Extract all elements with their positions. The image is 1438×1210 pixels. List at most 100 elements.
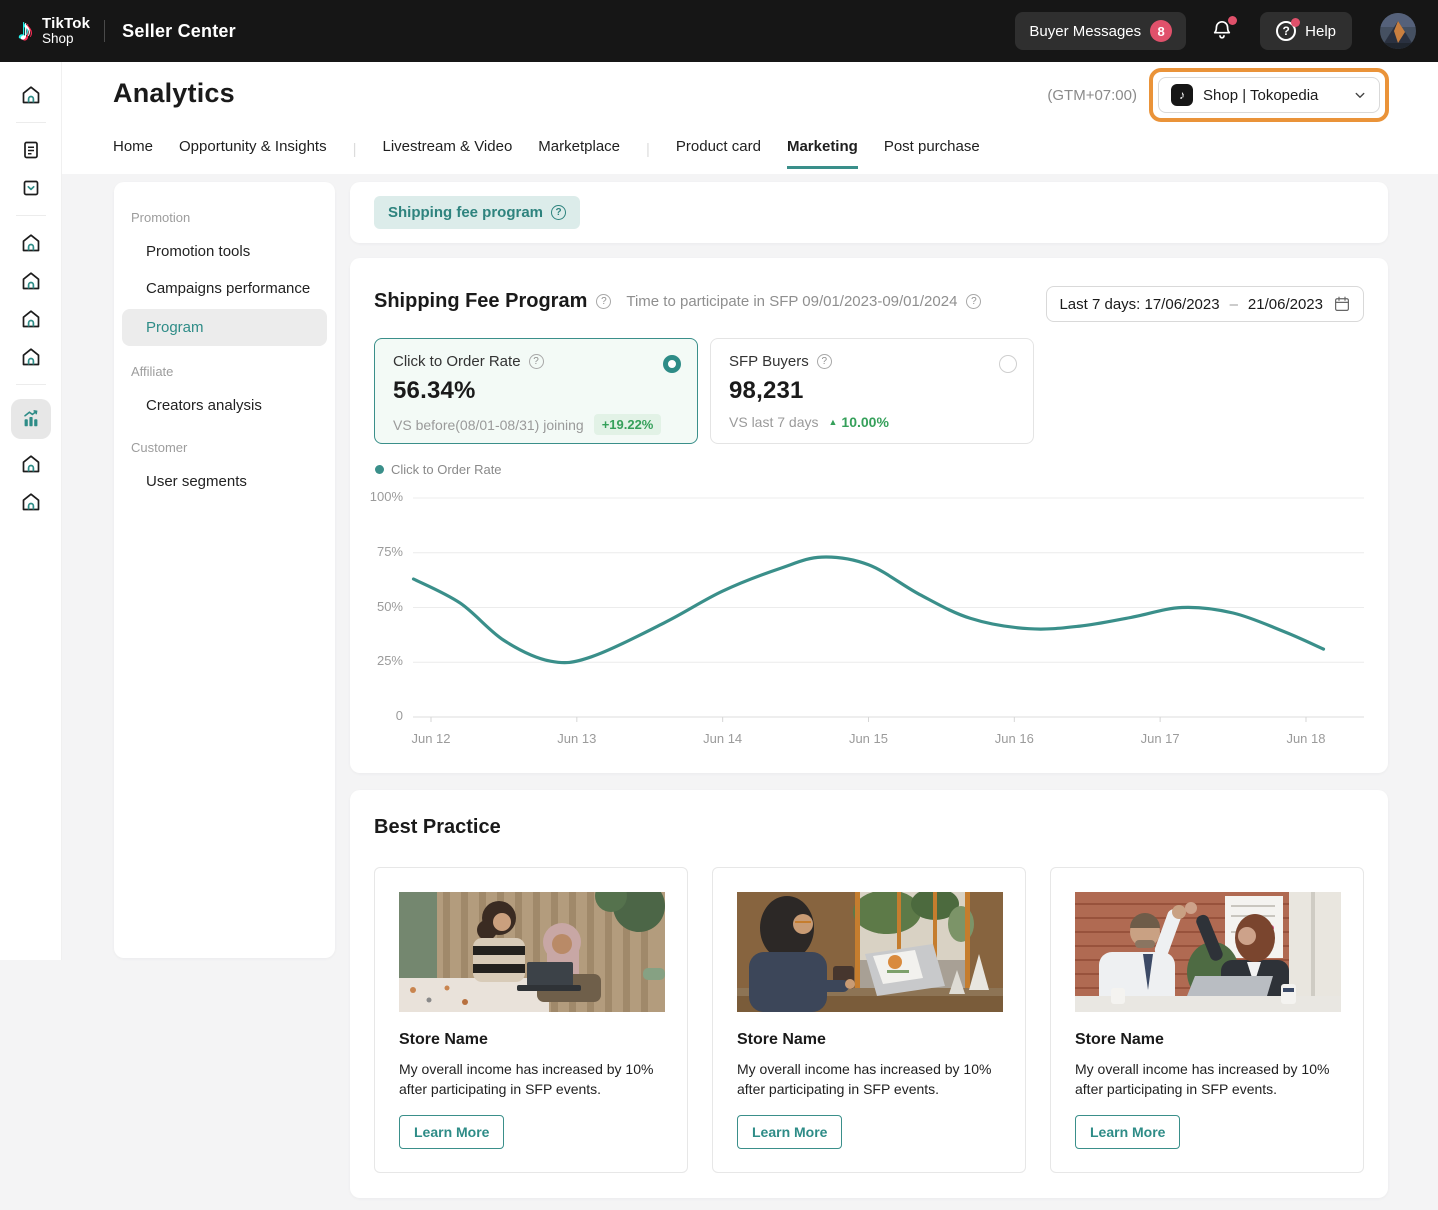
tab-marketing-active[interactable]: Marketing xyxy=(787,138,858,169)
section-title: Shipping Fee Program xyxy=(374,290,587,313)
sidebar-heading-customer: Customer xyxy=(114,424,335,463)
tab-post-purchase[interactable]: Post purchase xyxy=(884,138,980,169)
best-practice-card-3: Store Name My overall income has increas… xyxy=(1050,867,1364,1173)
tiktok-shop-logo[interactable]: TikTok Shop xyxy=(42,16,90,45)
store-name: Store Name xyxy=(737,1031,1001,1049)
rail-analytics-icon-active[interactable] xyxy=(11,399,51,439)
help-notification-dot xyxy=(1291,18,1300,27)
tab-marketplace[interactable]: Marketplace xyxy=(538,138,620,169)
rail-divider xyxy=(16,384,46,385)
sidebar-item-promotion-tools[interactable]: Promotion tools xyxy=(114,233,335,270)
tab-livestream-video[interactable]: Livestream & Video xyxy=(383,138,513,169)
bell-notification-dot xyxy=(1228,16,1237,25)
brand-line2: Shop xyxy=(42,32,90,46)
tab-separator: | xyxy=(353,141,357,169)
tiktok-note-icon: ♪ xyxy=(18,16,33,46)
metric-help-icon[interactable]: ? xyxy=(817,354,832,369)
buyer-messages-button[interactable]: Buyer Messages 8 xyxy=(1015,12,1186,50)
store-quote: My overall income has increased by 10% a… xyxy=(737,1059,999,1100)
rail-home-icon[interactable] xyxy=(11,262,51,300)
help-button[interactable]: ? Help xyxy=(1260,12,1352,50)
x-axis-label: Jun 12 xyxy=(386,731,476,746)
metric-label: SFP Buyers xyxy=(729,353,809,370)
page-title: Analytics xyxy=(113,78,235,109)
y-axis-tick: 50% xyxy=(350,599,403,614)
store-name: Store Name xyxy=(399,1031,663,1049)
best-practice-card-1: Store Name My overall income has increas… xyxy=(374,867,688,1173)
rail-home-icon[interactable] xyxy=(11,76,51,114)
sidebar-item-campaigns-performance[interactable]: Campaigns performance xyxy=(114,270,335,307)
metric-delta-badge: +19.22% xyxy=(594,414,662,435)
x-axis-label: Jun 16 xyxy=(969,731,1059,746)
tab-product-card[interactable]: Product card xyxy=(676,138,761,169)
metric-value: 98,231 xyxy=(729,377,1015,405)
tab-opportunity-insights[interactable]: Opportunity & Insights xyxy=(179,138,327,169)
rail-divider xyxy=(16,215,46,216)
notifications-bell-icon[interactable] xyxy=(1210,18,1236,44)
date-range-picker[interactable]: Last 7 days: 17/06/2023 – 21/06/2023 xyxy=(1046,286,1364,322)
shipping-fee-program-chip[interactable]: Shipping fee program ? xyxy=(374,196,580,229)
shop-selector-label: Shop | Tokopedia xyxy=(1203,87,1341,104)
chart-legend-item[interactable]: Click to Order Rate xyxy=(375,462,502,477)
participate-period-text: Time to participate in SFP 09/01/2023-09… xyxy=(626,293,957,310)
user-avatar[interactable] xyxy=(1380,13,1416,49)
metric-help-icon[interactable]: ? xyxy=(529,354,544,369)
rail-home-icon[interactable] xyxy=(11,483,51,521)
sidebar-item-program-active[interactable]: Program xyxy=(122,309,327,346)
x-axis-label: Jun 15 xyxy=(823,731,913,746)
chip-help-icon[interactable]: ? xyxy=(551,205,566,220)
metric-delta-value: 10.00% xyxy=(841,414,888,430)
timezone-label: (GTM+07:00) xyxy=(1047,87,1137,104)
rail-home-icon[interactable] xyxy=(11,338,51,376)
store-photo-two-women-at-laptop xyxy=(399,892,665,1012)
best-practice-title: Best Practice xyxy=(374,816,501,839)
metric-cards: Click to Order Rate ? 56.34% VS before(0… xyxy=(374,338,1034,444)
y-axis-tick: 75% xyxy=(350,544,403,559)
metric-compare-text: VS before(08/01-08/31) joining xyxy=(393,417,584,433)
topbar: ♪ TikTok Shop Seller Center Buyer Messag… xyxy=(0,0,1438,62)
metric-radio-selected[interactable] xyxy=(663,355,681,373)
up-arrow-icon: ▲ xyxy=(829,418,838,427)
sidebar-item-creators-analysis[interactable]: Creators analysis xyxy=(114,387,335,424)
store-quote: My overall income has increased by 10% a… xyxy=(399,1059,661,1100)
date-range-separator: – xyxy=(1230,296,1238,313)
date-range-start: Last 7 days: 17/06/2023 xyxy=(1059,296,1219,313)
rail-home-icon[interactable] xyxy=(11,445,51,483)
rail-divider xyxy=(16,122,46,123)
metric-card-click-to-order-rate[interactable]: Click to Order Rate ? 56.34% VS before(0… xyxy=(374,338,698,444)
shipping-fee-program-card: Shipping Fee Program ? Time to participa… xyxy=(350,258,1388,773)
chevron-down-icon xyxy=(1351,86,1369,104)
calendar-icon xyxy=(1333,295,1351,313)
date-range-end: 21/06/2023 xyxy=(1248,296,1323,313)
sidebar-item-user-segments[interactable]: User segments xyxy=(114,463,335,500)
rail-home-icon[interactable] xyxy=(11,300,51,338)
learn-more-button[interactable]: Learn More xyxy=(1075,1115,1180,1149)
tab-separator: | xyxy=(646,141,650,169)
rail-orders-icon[interactable] xyxy=(11,131,51,169)
metric-radio-unselected[interactable] xyxy=(999,355,1017,373)
chip-label: Shipping fee program xyxy=(388,204,543,221)
participate-help-icon[interactable]: ? xyxy=(966,294,981,309)
analytics-tabs: Home Opportunity & Insights | Livestream… xyxy=(113,138,980,169)
y-axis-tick: 100% xyxy=(350,489,403,504)
analytics-sidebar: Promotion Promotion tools Campaigns perf… xyxy=(114,182,335,958)
best-practice-section: Best Practice xyxy=(350,790,1388,1198)
sidebar-heading-promotion: Promotion xyxy=(114,194,335,233)
learn-more-button[interactable]: Learn More xyxy=(737,1115,842,1149)
tab-home[interactable]: Home xyxy=(113,138,153,169)
section-help-icon[interactable]: ? xyxy=(596,294,611,309)
rail-inbox-icon[interactable] xyxy=(11,169,51,207)
shop-selector-dropdown[interactable]: ♪ Shop | Tokopedia xyxy=(1158,77,1380,113)
click-to-order-rate-line xyxy=(414,557,1324,663)
x-axis-label: Jun 18 xyxy=(1261,731,1351,746)
topbar-divider xyxy=(104,20,105,42)
rail-home-icon[interactable] xyxy=(11,224,51,262)
y-axis-tick: 0 xyxy=(350,708,403,723)
learn-more-button[interactable]: Learn More xyxy=(399,1115,504,1149)
store-name: Store Name xyxy=(1075,1031,1339,1049)
line-chart-canvas xyxy=(350,258,1388,773)
left-icon-rail xyxy=(0,62,62,960)
metric-card-sfp-buyers[interactable]: SFP Buyers ? 98,231 VS last 7 days ▲ 10.… xyxy=(710,338,1034,444)
metric-value: 56.34% xyxy=(393,377,679,405)
help-label: Help xyxy=(1305,23,1336,40)
